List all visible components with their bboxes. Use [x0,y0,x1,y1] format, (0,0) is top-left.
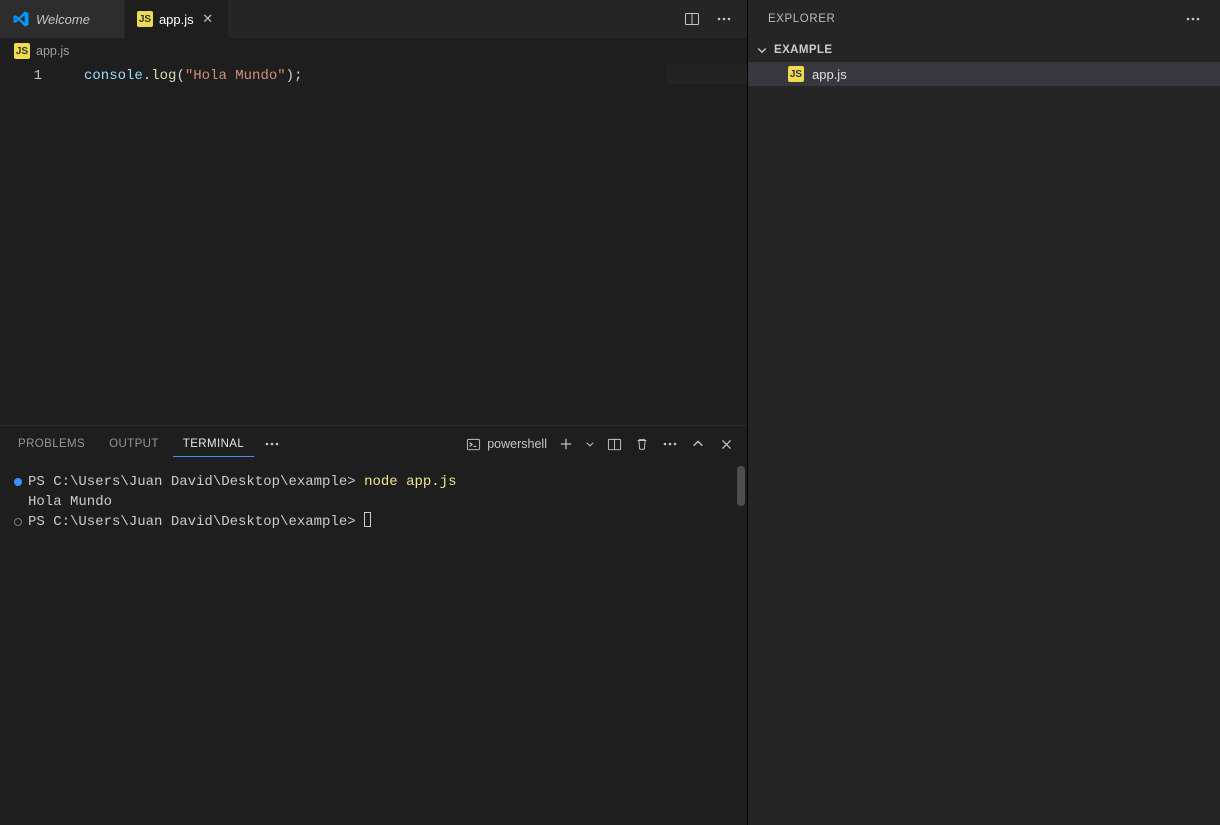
code-editor[interactable]: 1 console.log("Hola Mundo"); [0,64,747,425]
vscode-icon [12,10,30,28]
minimap[interactable] [667,64,747,84]
file-tree: app.js [748,62,1220,825]
folder-name: EXAMPLE [774,44,832,56]
maximize-panel-icon[interactable] [685,431,711,457]
panel-more-icon[interactable] [258,436,286,452]
breadcrumb[interactable]: app.js [0,38,747,64]
terminal-cursor [364,512,371,527]
terminal-line: PS C:\Users\Juan David\Desktop\example> [14,512,735,532]
kill-terminal-icon[interactable] [629,431,655,457]
chevron-down-icon [756,44,768,56]
tab-welcome-label: Welcome [36,12,90,27]
editor-actions [675,0,747,38]
panel-more-actions-icon[interactable] [657,431,683,457]
tab-appjs[interactable]: app.js ✕ [125,0,229,38]
explorer-panel: EXPLORER EXAMPLE app.js [748,0,1220,825]
close-icon[interactable]: ✕ [200,11,216,27]
terminal-shell-picker[interactable]: powershell [462,437,551,452]
terminal-scrollbar[interactable] [737,466,745,506]
close-panel-icon[interactable] [713,431,739,457]
folder-header[interactable]: EXAMPLE [748,38,1220,62]
more-icon[interactable] [711,6,737,32]
terminal-icon [466,437,481,452]
split-editor-icon[interactable] [679,6,705,32]
prompt-indicator-icon [14,518,22,526]
panel-tabs: PROBLEMS OUTPUT TERMINAL powershell [0,426,747,462]
split-terminal-icon[interactable] [601,431,627,457]
editor-tabs-row: Welcome ✕ app.js ✕ [0,0,747,38]
terminal-output: Hola Mundo [28,492,112,512]
prompt-indicator-icon [14,478,22,486]
file-label: app.js [812,67,847,82]
panel-tab-output[interactable]: OUTPUT [99,432,169,457]
js-icon [788,66,804,82]
explorer-title-bar: EXPLORER [748,0,1220,38]
bottom-panel: PROBLEMS OUTPUT TERMINAL powershell [0,425,747,825]
editor-group: Welcome ✕ app.js ✕ app.js 1 console.log(… [0,0,748,825]
js-icon [137,11,153,27]
breadcrumb-file: app.js [36,44,69,58]
terminal-line: PS C:\Users\Juan David\Desktop\example> … [14,472,735,492]
terminal-command: node app.js [364,474,456,490]
js-icon [14,43,30,59]
panel-actions: powershell [462,431,739,457]
panel-tab-problems[interactable]: PROBLEMS [8,432,95,457]
terminal-shell-label: powershell [487,437,547,451]
line-number: 1 [0,64,60,86]
code-line: console.log("Hola Mundo"); [84,66,737,86]
terminal-prompt: PS C:\Users\Juan David\Desktop\example> [28,514,364,530]
terminal[interactable]: PS C:\Users\Juan David\Desktop\example> … [0,462,747,825]
editor-tabs: Welcome ✕ app.js ✕ [0,0,675,38]
tab-welcome[interactable]: Welcome ✕ [0,0,125,38]
explorer-title: EXPLORER [768,13,835,25]
terminal-prompt: PS C:\Users\Juan David\Desktop\example> [28,474,364,490]
explorer-more-icon[interactable] [1180,6,1206,32]
terminal-line: Hola Mundo [14,492,735,512]
chevron-down-icon[interactable] [581,431,599,457]
new-terminal-icon[interactable] [553,431,579,457]
tab-appjs-label: app.js [159,12,194,27]
panel-tab-terminal[interactable]: TERMINAL [173,432,254,457]
file-appjs[interactable]: app.js [748,62,1220,86]
